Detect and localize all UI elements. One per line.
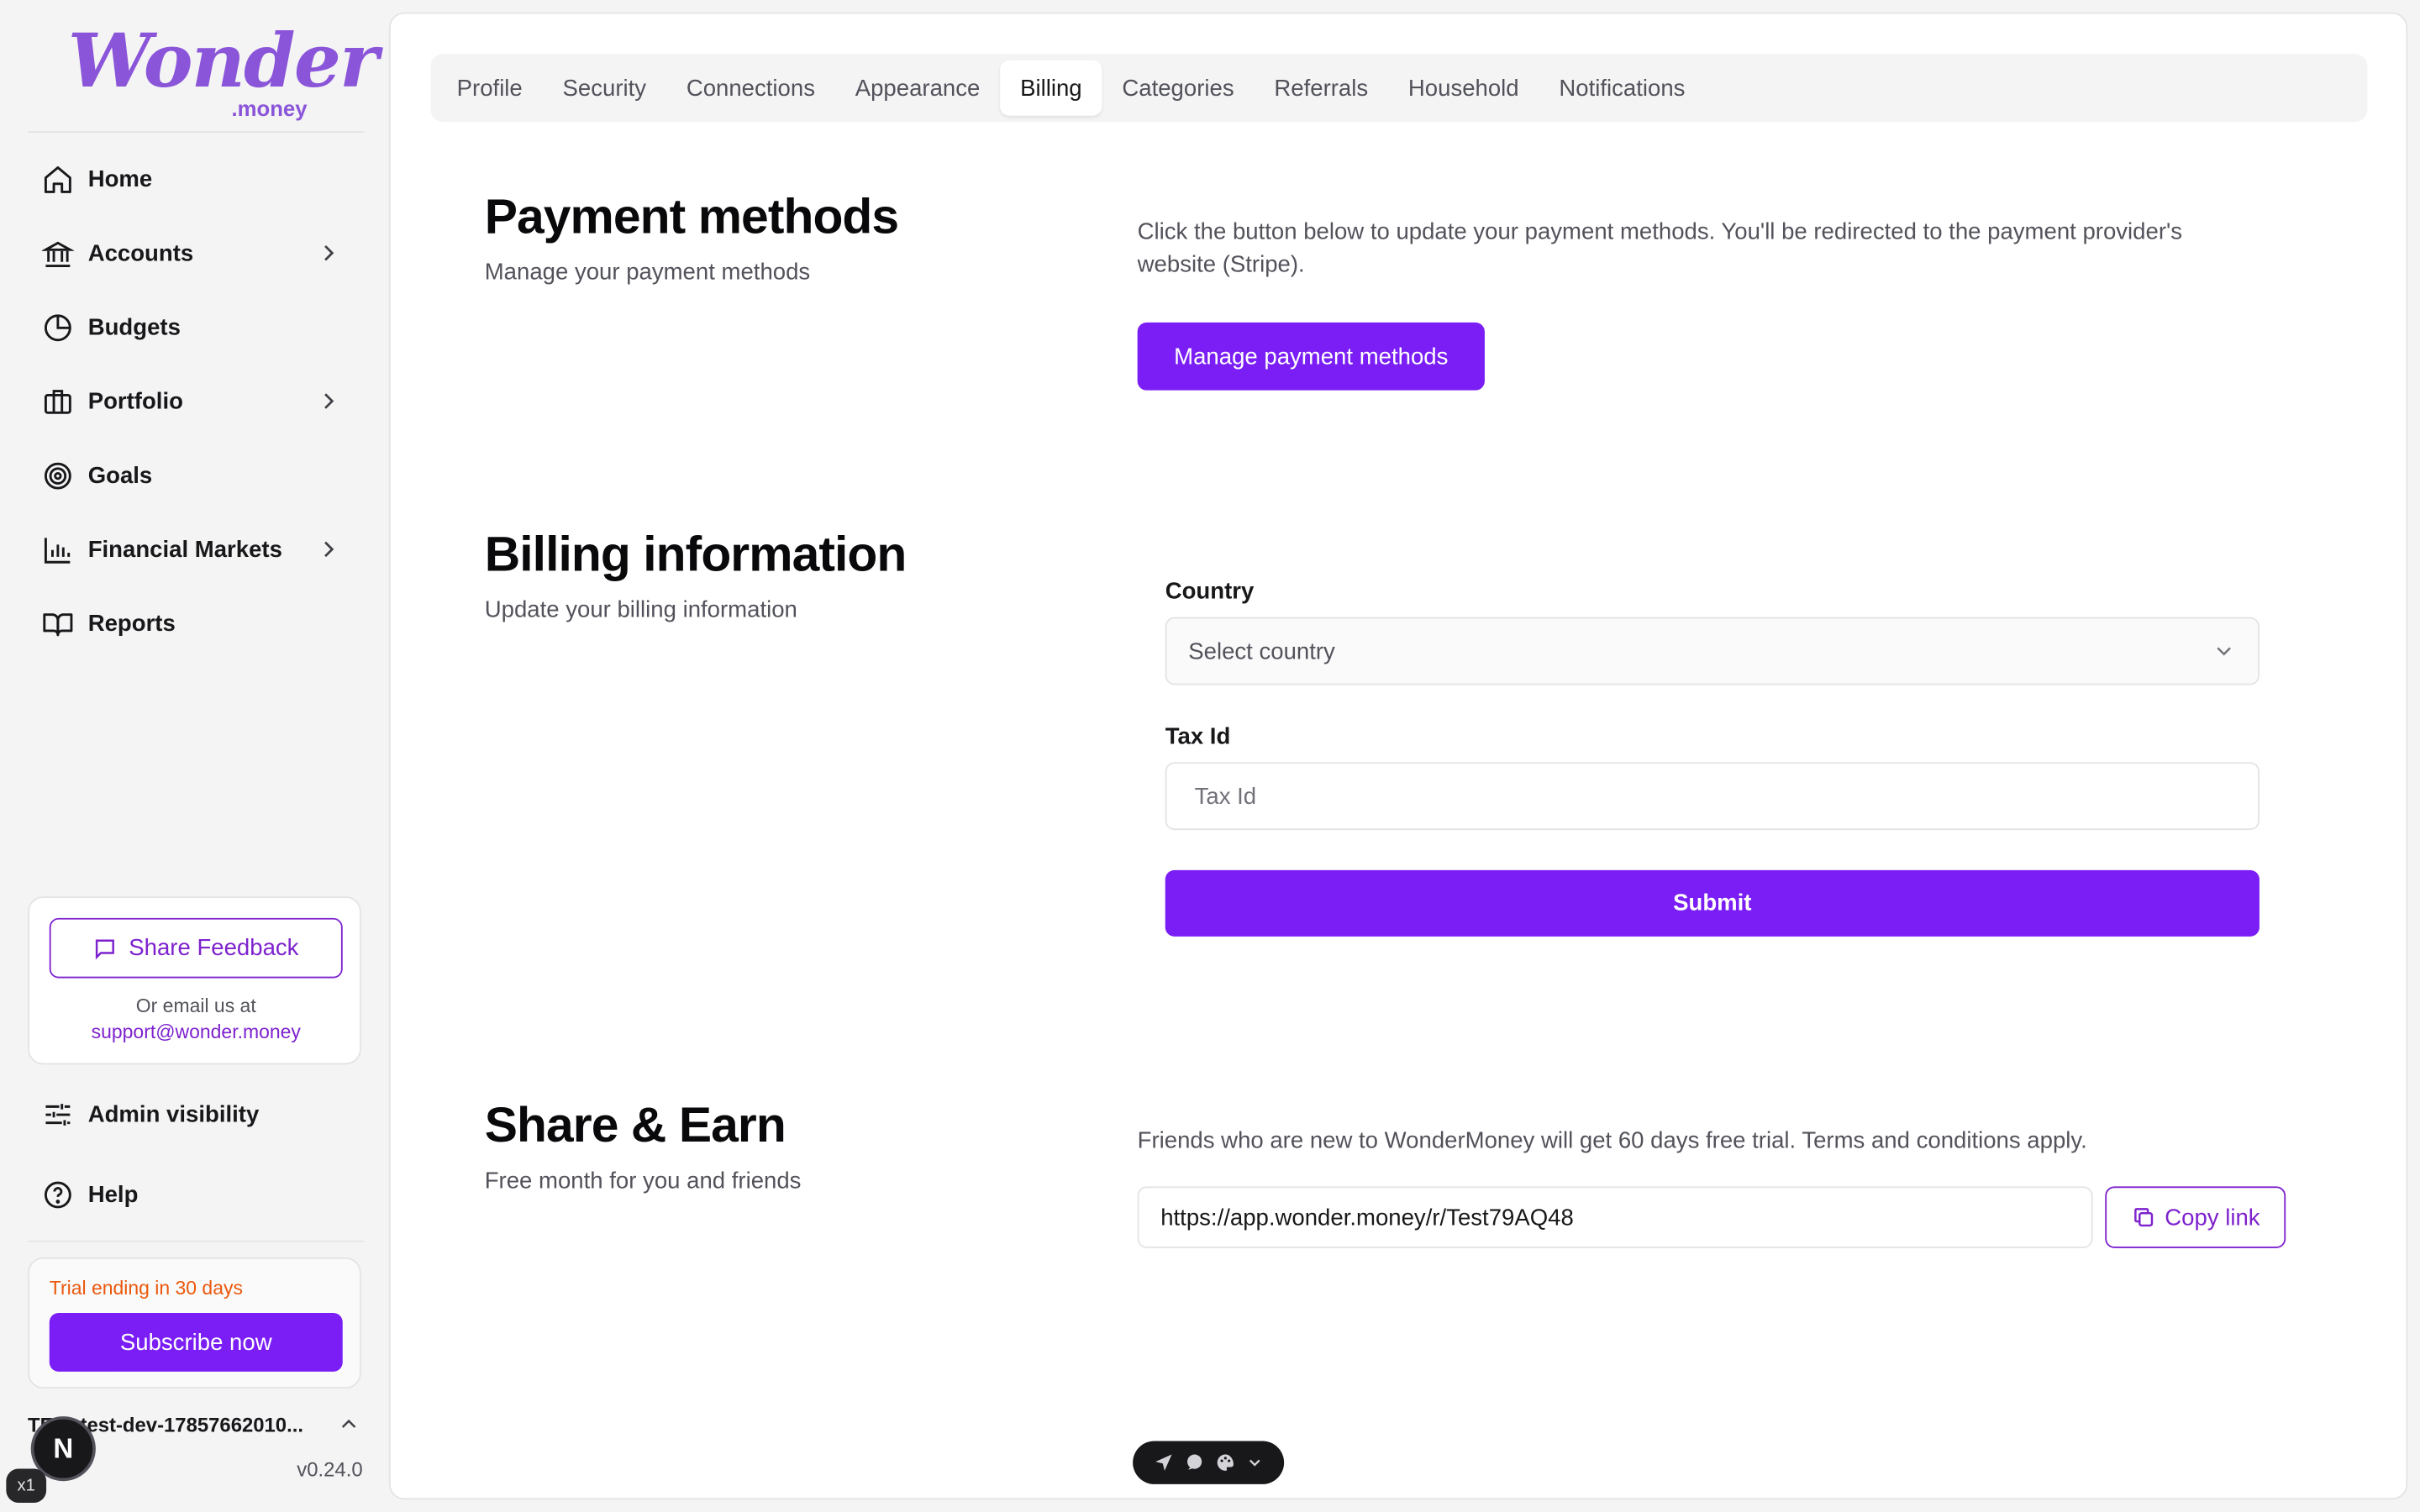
settings-panel: Profile Security Connections Appearance …	[388, 12, 2408, 1500]
tab-referrals[interactable]: Referrals	[1254, 60, 1388, 116]
admin-visibility-button[interactable]: Admin visibility	[40, 1092, 260, 1135]
pie-chart-icon	[40, 310, 74, 344]
trial-card: Trial ending in 30 days Subscribe now	[28, 1257, 361, 1389]
sidebar-item-home[interactable]: Home	[28, 142, 364, 216]
email-prefix-text: Or email us at	[135, 995, 256, 1017]
chevron-down-icon[interactable]	[1245, 1453, 1264, 1472]
share-earn-title: Share & Earn	[484, 1096, 786, 1153]
app-version: v0.24.0	[297, 1457, 363, 1482]
tax-id-label: Tax Id	[1165, 723, 1231, 750]
payment-methods-description: Click the button below to update your pa…	[1137, 218, 2183, 278]
submit-button[interactable]: Submit	[1165, 869, 2260, 937]
tab-categories[interactable]: Categories	[1102, 60, 1254, 116]
dev-multiplier-badge: x1	[6, 1468, 47, 1503]
briefcase-icon	[40, 384, 74, 417]
billing-information-title: Billing information	[484, 526, 908, 582]
admin-visibility-label: Admin visibility	[87, 1100, 260, 1127]
settings-tabs: Profile Security Connections Appearance …	[430, 54, 2368, 123]
sidebar-item-financial-markets[interactable]: Financial Markets	[28, 512, 364, 586]
sidebar-divider	[28, 131, 365, 133]
sidebar-item-portfolio[interactable]: Portfolio	[28, 364, 364, 438]
copy-link-label: Copy link	[2165, 1204, 2260, 1231]
chevron-right-icon	[324, 244, 334, 261]
support-email-link[interactable]: support@wonder.money	[29, 1021, 363, 1043]
tab-appearance[interactable]: Appearance	[835, 60, 1000, 116]
country-select-value: Select country	[1188, 638, 1335, 664]
country-select[interactable]: Select country	[1165, 617, 2260, 685]
copy-link-button[interactable]: Copy link	[2105, 1186, 2286, 1248]
share-feedback-label: Share Feedback	[129, 935, 299, 962]
logo-wordmark: Wonder	[67, 18, 379, 105]
book-icon	[40, 606, 74, 640]
sliders-icon	[40, 1097, 74, 1131]
home-icon	[40, 162, 74, 196]
sidebar-item-budgets[interactable]: Budgets	[28, 290, 364, 364]
billing-information-subtitle: Update your billing information	[484, 596, 797, 624]
sidebar: Wonder .money Home Accounts Budgets Port…	[0, 0, 389, 1512]
sidebar-item-label: Portfolio	[87, 387, 183, 415]
sidebar-item-accounts[interactable]: Accounts	[28, 216, 364, 290]
palette-icon[interactable]	[1214, 1452, 1236, 1473]
floating-dev-toolbar[interactable]	[1133, 1441, 1285, 1484]
share-feedback-button[interactable]: Share Feedback	[49, 917, 343, 979]
referral-link-field[interactable]: https://app.wonder.money/r/Test79AQ48	[1137, 1186, 2093, 1248]
sidebar-item-label: Home	[87, 165, 153, 192]
sidebar-nav: Home Accounts Budgets Portfolio Goals Fi…	[28, 142, 364, 660]
feedback-card: Share Feedback Or email us at support@wo…	[28, 896, 363, 1065]
chevron-down-icon	[2217, 647, 2231, 656]
brand-logo[interactable]: Wonder .money	[68, 18, 379, 127]
chevron-right-icon	[324, 393, 334, 409]
target-icon	[40, 458, 74, 491]
sidebar-item-label: Reports	[87, 610, 176, 637]
logo-suffix: .money	[231, 95, 308, 121]
tax-id-input[interactable]	[1165, 762, 2260, 831]
subscribe-now-button[interactable]: Subscribe now	[49, 1313, 343, 1372]
chevron-up-icon	[341, 1419, 356, 1428]
help-circle-icon	[40, 1177, 74, 1210]
bank-icon	[40, 236, 74, 270]
tab-connections[interactable]: Connections	[666, 60, 835, 116]
tab-security[interactable]: Security	[543, 60, 666, 116]
user-name: test-dev-17857662010...	[80, 1412, 303, 1436]
manage-payment-methods-button[interactable]: Manage payment methods	[1137, 322, 1485, 391]
trial-status-text: Trial ending in 30 days	[49, 1277, 243, 1299]
tab-billing[interactable]: Billing	[1000, 60, 1102, 116]
sidebar-item-goals[interactable]: Goals	[28, 438, 364, 512]
sidebar-item-label: Financial Markets	[87, 536, 282, 563]
tab-household[interactable]: Household	[1388, 60, 1539, 116]
help-button[interactable]: Help	[40, 1173, 139, 1215]
sidebar-divider	[28, 1240, 365, 1242]
tab-profile[interactable]: Profile	[437, 60, 543, 116]
sidebar-item-reports[interactable]: Reports	[28, 586, 364, 660]
share-earn-description: Friends who are new to WonderMoney will …	[1137, 1127, 2087, 1154]
send-icon[interactable]	[1153, 1452, 1175, 1473]
help-label: Help	[87, 1180, 139, 1208]
chat-bubble-icon[interactable]	[1184, 1452, 1206, 1473]
sidebar-item-label: Goals	[87, 462, 153, 489]
message-square-icon	[96, 938, 115, 959]
copy-icon	[2133, 1208, 2153, 1227]
tab-notifications[interactable]: Notifications	[1539, 60, 1706, 116]
bar-chart-icon	[40, 533, 74, 566]
share-earn-subtitle: Free month for you and friends	[484, 1168, 802, 1194]
chevron-right-icon	[324, 541, 334, 558]
sidebar-item-label: Accounts	[87, 239, 194, 266]
payment-methods-subtitle: Manage your payment methods	[484, 259, 811, 286]
country-label: Country	[1165, 578, 1255, 605]
payment-methods-title: Payment methods	[484, 188, 899, 244]
sidebar-item-label: Budgets	[87, 313, 181, 340]
